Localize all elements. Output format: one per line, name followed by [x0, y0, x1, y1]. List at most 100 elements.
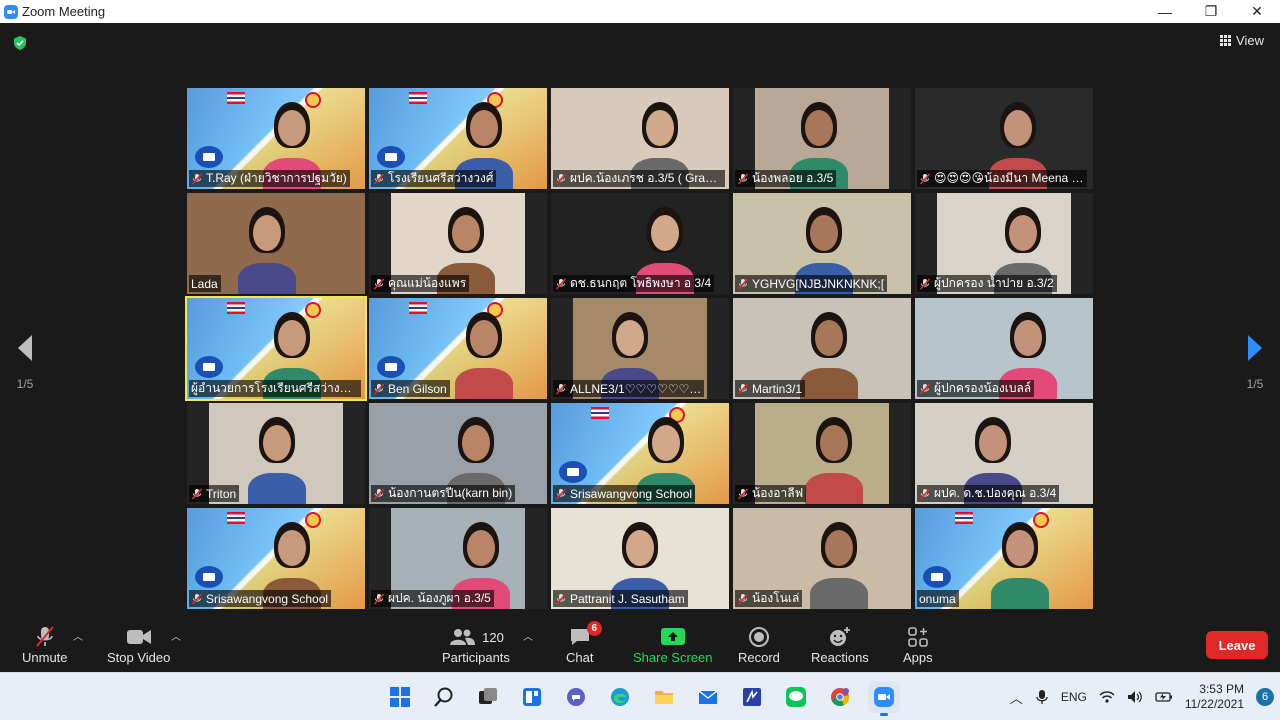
video-tile[interactable]: ผปค. น้องภูผา อ.3/5	[369, 508, 547, 609]
taskbar-teams[interactable]	[560, 681, 592, 713]
video-tile[interactable]: ผปค.น้องเภรช อ.3/5 ( Grace )	[551, 88, 729, 189]
share-screen-button[interactable]: Share Screen	[633, 624, 713, 665]
participant-body	[238, 263, 296, 294]
participants-options-chevron-icon[interactable]: ︿	[523, 628, 533, 643]
zoom-camera-logo-icon	[377, 146, 405, 168]
input-language[interactable]: ENG	[1061, 690, 1087, 704]
taskbar-line[interactable]	[780, 681, 812, 713]
stop-video-button[interactable]: Stop Video	[107, 624, 170, 665]
battery-charging-icon[interactable]	[1155, 690, 1173, 704]
leave-button[interactable]: Leave	[1206, 631, 1268, 659]
mic-muted-icon	[919, 172, 931, 185]
clock[interactable]: 3:53 PM 11/22/2021	[1185, 682, 1244, 712]
mail-icon	[698, 690, 718, 704]
participant-nameplate: โรงเรียนศรีสว่างวงศ์	[371, 170, 497, 187]
wifi-icon[interactable]	[1099, 690, 1115, 704]
video-options-chevron-icon[interactable]: ︿	[171, 628, 181, 643]
mic-muted-icon	[555, 382, 567, 395]
taskbar-store[interactable]	[736, 681, 768, 713]
video-tile[interactable]: ผู้อำนวยการโรงเรียนศรีสว่างวงศ์	[185, 296, 367, 401]
video-tile[interactable]: Lada	[187, 193, 365, 294]
reactions-smiley-icon	[829, 627, 850, 646]
video-tile[interactable]: คุณแม่น้องแพร	[369, 193, 547, 294]
taskbar-apps	[384, 681, 900, 716]
video-tile[interactable]: น้องกานตรปีน(karn bin)	[369, 403, 547, 504]
participant-body	[805, 473, 863, 504]
close-button[interactable]: ✕	[1234, 0, 1280, 23]
edge-browser-icon	[611, 688, 629, 706]
notification-count-badge[interactable]: 6	[1256, 688, 1274, 706]
participant-body	[810, 578, 868, 609]
apps-slot	[907, 624, 929, 650]
video-tile[interactable]: น้องโนเล่	[733, 508, 911, 609]
participant-name: ALLNE3/1♡♡♡♡♡♡…	[570, 381, 702, 396]
task-view[interactable]	[472, 681, 504, 713]
video-tile[interactable]: ดช.ธนกฤต โพธิพงษา อ 3/4	[551, 193, 729, 294]
volume-icon[interactable]	[1127, 690, 1143, 704]
participant-nameplate: ALLNE3/1♡♡♡♡♡♡…	[553, 380, 705, 397]
next-page[interactable]: 1/5	[1244, 333, 1266, 391]
participant-face	[626, 530, 654, 566]
taskbar-chrome[interactable]	[824, 681, 856, 713]
video-tile[interactable]: T.Ray (ฝ่ายวิชาการปฐมวัย)	[187, 88, 365, 189]
security-shield-icon[interactable]	[12, 35, 28, 51]
chat-label: Chat	[566, 650, 594, 665]
video-tile[interactable]: onuma	[915, 508, 1093, 609]
zoom-icon	[874, 687, 894, 707]
apps-button[interactable]: Apps	[903, 624, 933, 665]
video-tile[interactable]: YGHVG[NJBJNKNKNK;[	[733, 193, 911, 294]
video-tile[interactable]: Pattranit J. Sasutham	[551, 508, 729, 609]
audio-options-chevron-icon[interactable]: ︿	[73, 628, 83, 643]
taskbar-widgets[interactable]	[516, 681, 548, 713]
participants-button[interactable]: 120 Participants	[442, 624, 510, 665]
video-tile[interactable]: 😍😍😍😘น้องมีนา Meena …	[915, 88, 1093, 189]
chrome-icon	[831, 688, 850, 706]
video-grid: T.Ray (ฝ่ายวิชาการปฐมวัย) โรงเรียนศรีสว่า…	[185, 88, 1093, 609]
chat-unread-badge: 6	[586, 621, 602, 636]
view-button[interactable]: View	[1220, 33, 1264, 48]
participant-nameplate: Srisawangvong School	[553, 485, 696, 502]
reactions-button[interactable]: Reactions	[811, 624, 869, 665]
video-tile[interactable]: ผู้ปกครอง น้ำปาย อ.3/2	[915, 193, 1093, 294]
video-tile[interactable]: ผปค. ด.ช.ปองคุณ อ.3/4	[915, 403, 1093, 504]
participant-nameplate: 😍😍😍😘น้องมีนา Meena …	[917, 170, 1087, 187]
reactions-label: Reactions	[811, 650, 869, 665]
mic-muted-icon	[737, 487, 749, 500]
video-tile[interactable]: Triton	[187, 403, 365, 504]
share-screen-icon	[660, 628, 685, 645]
participant-name: Lada	[191, 276, 218, 291]
start-button[interactable]	[384, 681, 416, 713]
video-tile[interactable]: Martin3/1	[733, 298, 911, 399]
video-tile[interactable]: Srisawangvong School	[187, 508, 365, 609]
video-tile[interactable]: โรงเรียนศรีสว่างวงศ์	[369, 88, 547, 189]
participant-name: ผู้ปกครองน้องเบลล์	[934, 381, 1032, 395]
previous-page[interactable]: 1/5	[14, 333, 36, 391]
video-tile[interactable]: Ben Gilson	[369, 298, 547, 399]
video-tile[interactable]: ALLNE3/1♡♡♡♡♡♡…	[551, 298, 729, 399]
taskbar-mail[interactable]	[692, 681, 724, 713]
participant-body	[455, 368, 513, 399]
taskbar-zoom[interactable]	[868, 681, 900, 716]
reactions-slot	[828, 624, 852, 650]
teams-chat-icon	[567, 688, 585, 706]
record-button[interactable]: Record	[738, 624, 780, 665]
restore-button[interactable]: ❐	[1188, 0, 1234, 23]
video-tile[interactable]: น้องพลอย อ.3/5	[733, 88, 911, 189]
arrow-right-icon[interactable]	[1244, 333, 1266, 363]
show-hidden-icons-chevron-icon[interactable]: ︿	[1010, 688, 1023, 707]
taskbar-search[interactable]	[428, 681, 460, 713]
video-tile[interactable]: Srisawangvong School	[551, 403, 729, 504]
taskbar-file-explorer[interactable]	[648, 681, 680, 713]
mic-muted-icon	[373, 487, 385, 500]
minimize-button[interactable]: —	[1142, 0, 1188, 23]
unmute-button[interactable]: Unmute	[22, 624, 68, 665]
video-tile[interactable]: น้องอาลีฟ	[733, 403, 911, 504]
zoom-app-icon	[4, 4, 18, 19]
microphone-icon[interactable]	[1035, 689, 1049, 705]
mic-muted-icon	[737, 172, 749, 185]
taskbar-edge[interactable]	[604, 681, 636, 713]
arrow-left-icon[interactable]	[14, 333, 36, 363]
video-tile[interactable]: ผู้ปกครองน้องเบลล์	[915, 298, 1093, 399]
participant-name: 😍😍😍😘น้องมีนา Meena …	[934, 171, 1084, 185]
chat-button[interactable]: 6 Chat	[566, 621, 602, 665]
